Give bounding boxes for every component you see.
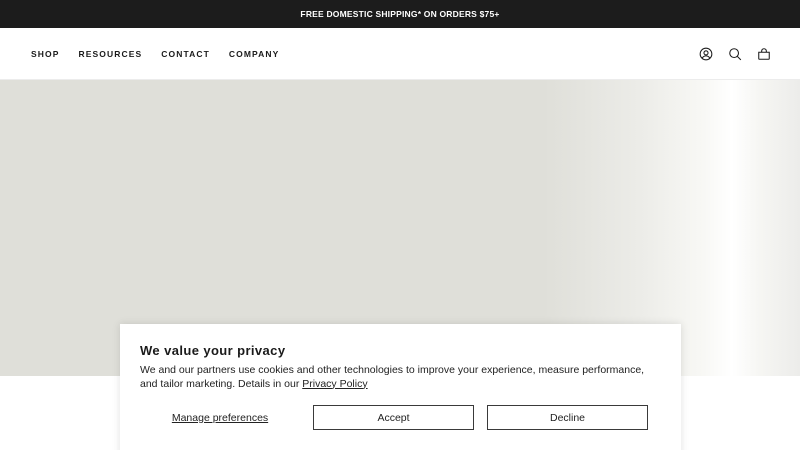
account-icon[interactable] — [699, 47, 713, 61]
decline-button[interactable]: Decline — [487, 405, 648, 430]
privacy-policy-link[interactable]: Privacy Policy — [302, 378, 367, 390]
announcement-text: FREE DOMESTIC SHIPPING* ON ORDERS $75+ — [300, 9, 500, 19]
cart-icon[interactable] — [757, 47, 771, 61]
search-icon[interactable] — [728, 47, 742, 61]
cookie-description: We and our partners use cookies and othe… — [140, 364, 661, 391]
cookie-title: We value your privacy — [140, 343, 286, 358]
announcement-bar: FREE DOMESTIC SHIPPING* ON ORDERS $75+ — [0, 0, 800, 28]
site-header: SHOP RESOURCES CONTACT COMPANY — [0, 28, 800, 80]
header-icons — [699, 47, 771, 61]
manage-preferences-link[interactable]: Manage preferences — [140, 412, 300, 424]
accept-button[interactable]: Accept — [313, 405, 474, 430]
main-nav: SHOP RESOURCES CONTACT COMPANY — [31, 49, 279, 59]
cookie-actions: Manage preferences Accept Decline — [140, 405, 648, 430]
nav-item-company[interactable]: COMPANY — [229, 49, 280, 59]
cookie-consent-banner: We value your privacy We and our partner… — [120, 324, 681, 450]
nav-item-shop[interactable]: SHOP — [31, 49, 60, 59]
nav-item-contact[interactable]: CONTACT — [161, 49, 210, 59]
cookie-description-text: We and our partners use cookies and othe… — [140, 364, 645, 390]
nav-item-resources[interactable]: RESOURCES — [79, 49, 143, 59]
